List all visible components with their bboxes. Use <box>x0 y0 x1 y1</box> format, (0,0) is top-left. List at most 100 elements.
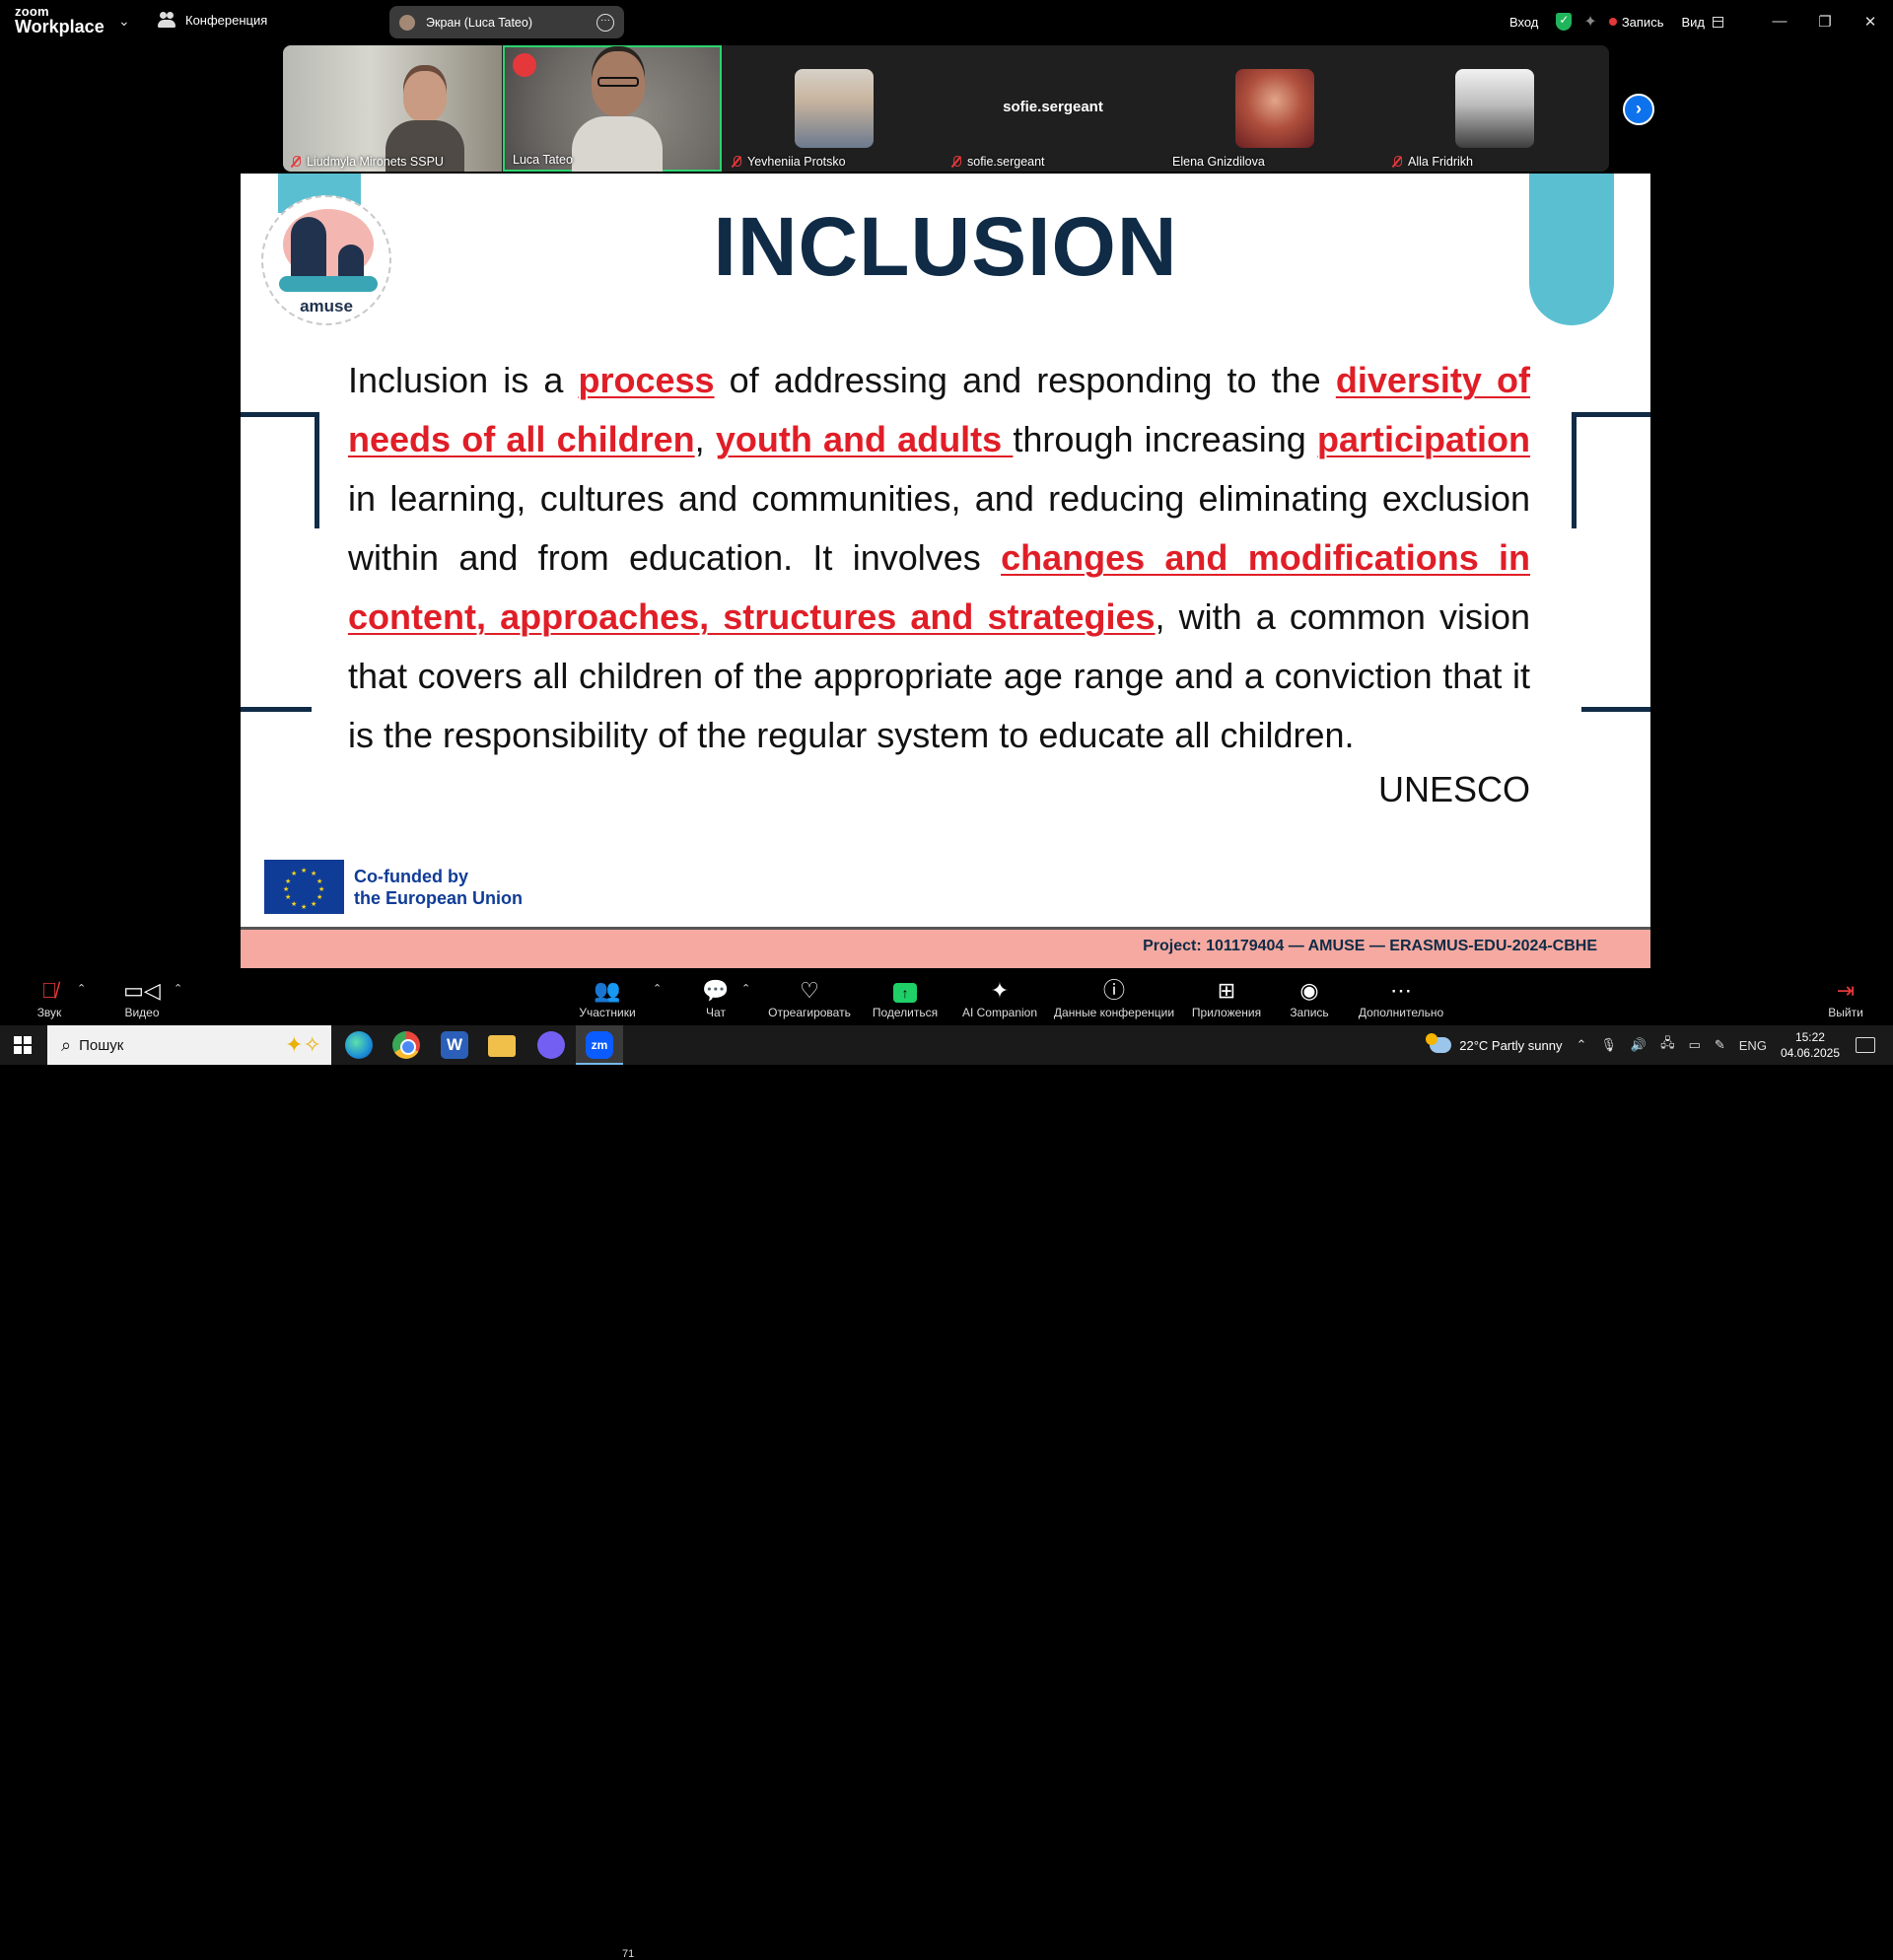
decorative-line <box>241 707 312 712</box>
zoom-app-icon[interactable]: zm <box>586 1031 613 1059</box>
view-button[interactable]: Вид <box>1681 15 1723 30</box>
search-icon: ⌕ <box>61 1034 72 1055</box>
windows-taskbar: ⌕ Пошук ✦✧ W zm 22°C Partly sunny ⌃ 🎙 🔊 … <box>0 1025 1893 1065</box>
weather-label[interactable]: 22°C Partly sunny <box>1459 1038 1562 1053</box>
network-icon[interactable]: 🖧 <box>1660 1034 1675 1056</box>
chrome-browser-icon[interactable] <box>392 1031 420 1059</box>
apps-button[interactable]: ⊞ Приложения <box>1189 978 1264 1019</box>
decorative-line <box>1581 707 1650 712</box>
recording-badge-icon <box>513 53 536 77</box>
chevron-up-icon[interactable]: ⌃ <box>741 982 750 995</box>
highlight: youth and adults <box>715 419 1014 459</box>
view-grid-icon <box>1713 16 1723 28</box>
word-app-icon[interactable]: W <box>441 1031 468 1059</box>
slide-footer: Project: 101179404 — AMUSE — ERASMUS-EDU… <box>241 930 1650 968</box>
record-dot-icon <box>1608 18 1617 26</box>
participant-tile-active-speaker[interactable]: Luca Tateo <box>503 45 722 172</box>
participant-tile[interactable]: Yevheniia Protsko <box>724 45 943 172</box>
share-label: Экран (Luca Tateo) <box>426 15 532 30</box>
weather-icon[interactable] <box>1426 1033 1452 1053</box>
decorative-bracket <box>1572 412 1650 528</box>
chevron-down-icon[interactable]: ⌄ <box>118 13 130 30</box>
quote-source: UNESCO <box>1377 769 1530 809</box>
participants-count: 71 <box>622 1948 635 1960</box>
video-camera-icon: ▭◁ <box>123 978 161 1003</box>
apps-grid-icon: ⊞ <box>1217 978 1236 1003</box>
search-highlight-icon: ✦✧ <box>285 1032 321 1057</box>
decorative-bracket <box>241 412 319 528</box>
share-screen-icon: ↑ <box>893 983 917 1003</box>
react-button[interactable]: ♡ Отреагировать <box>767 978 852 1019</box>
windows-start-icon[interactable] <box>14 1036 32 1054</box>
system-tray: 22°C Partly sunny ⌃ 🎙 🔊 🖧 ▭ ✎ ENG 15:22 … <box>1426 1025 1893 1065</box>
zoom-logo[interactable]: zoom Workplace <box>15 5 105 35</box>
viber-app-icon[interactable] <box>537 1031 565 1059</box>
mic-muted-icon <box>291 156 301 168</box>
participant-tile[interactable]: Liudmyla Mironets SSPU <box>283 45 502 172</box>
recording-indicator[interactable]: Запись <box>1608 15 1663 30</box>
slide-body-text: Inclusion is a process of addressing and… <box>348 360 1531 755</box>
shared-slide: amuse INCLUSION Inclusion is a process o… <box>241 174 1650 968</box>
participant-tile[interactable]: sofie.sergeant sofie.sergeant <box>944 45 1162 172</box>
heart-icon: ♡ <box>800 978 819 1003</box>
file-explorer-icon[interactable] <box>488 1035 516 1057</box>
participants-button[interactable]: 👥 Участники <box>572 978 643 1019</box>
ai-companion-button[interactable]: ✦ AI Companion <box>960 978 1039 1019</box>
volume-icon[interactable]: 🔊 <box>1631 1037 1647 1053</box>
more-button[interactable]: ⋯ Дополнительно <box>1357 978 1445 1019</box>
avatar <box>1455 69 1534 148</box>
leave-button[interactable]: ⇥ Выйти <box>1826 978 1865 1019</box>
security-shield-icon[interactable] <box>1556 13 1573 31</box>
highlight: process <box>578 360 715 400</box>
eu-cofunded-badge: ★ ★ ★ ★ ★ ★ ★ ★ ★ ★ ★ ★ Co-funded by the Europea… <box>264 860 523 914</box>
avatar <box>399 14 415 31</box>
system-clock[interactable]: 15:22 04.06.2025 <box>1781 1029 1840 1061</box>
eu-flag-icon: ★ ★ ★ ★ ★ ★ ★ ★ ★ ★ ★ ★ <box>264 860 344 914</box>
chevron-up-icon[interactable]: ⌃ <box>1576 1037 1586 1053</box>
minimize-icon[interactable]: — <box>1757 13 1802 31</box>
zoom-title-bar: zoom Workplace ⌄ Конференция Экран (Luca… <box>0 0 1893 43</box>
microphone-icon[interactable]: 🎙 <box>1600 1037 1617 1053</box>
participant-tile[interactable]: Elena Gnizdilova <box>1164 45 1383 172</box>
screen-share-pill[interactable]: Экран (Luca Tateo) ··· <box>389 6 624 38</box>
notification-icon[interactable] <box>1856 1037 1875 1053</box>
slide-title: INCLUSION <box>713 200 1178 293</box>
avatar <box>1235 69 1314 148</box>
participant-tile[interactable]: Alla Fridrikh <box>1384 45 1603 172</box>
participants-icon: 👥 <box>594 978 621 1003</box>
chevron-up-icon[interactable]: ⌃ <box>77 982 86 995</box>
meeting-toolbar: 🎙̸ Звук ⌃ ▭◁ Видео ⌃ 👥 Участники 71 ⌃ 💬 … <box>0 968 1893 1960</box>
meeting-info-button[interactable]: ⓘ Данные конференции <box>1053 978 1175 1019</box>
display-icon[interactable]: ▭ <box>1689 1037 1701 1053</box>
audio-button[interactable]: 🎙̸ Звук <box>28 978 71 1019</box>
people-icon <box>158 12 175 28</box>
close-icon[interactable]: ✕ <box>1848 13 1893 31</box>
chat-button[interactable]: 💬 Чат <box>696 978 736 1019</box>
pen-icon[interactable]: ✎ <box>1715 1037 1725 1053</box>
mic-muted-icon <box>951 156 961 168</box>
meeting-menu[interactable]: Конференция <box>158 12 267 28</box>
chevron-up-icon[interactable]: ⌃ <box>653 982 662 995</box>
meeting-label: Конференция <box>185 12 268 28</box>
edge-browser-icon[interactable] <box>345 1031 373 1059</box>
record-icon: ◉ <box>1299 978 1319 1003</box>
chevron-up-icon[interactable]: ⌃ <box>174 982 182 995</box>
restore-icon[interactable]: ❐ <box>1802 13 1848 31</box>
participant-display-name: sofie.sergeant <box>1003 99 1103 115</box>
more-options-icon[interactable]: ··· <box>596 13 614 32</box>
mic-muted-icon: 🎙̸ <box>40 978 58 1003</box>
signin-button[interactable]: Вход <box>1509 15 1538 30</box>
mic-muted-icon <box>732 156 741 168</box>
chevron-right-icon[interactable]: › <box>1623 94 1654 125</box>
share-button[interactable]: ↑ Поделиться <box>872 978 939 1019</box>
ai-sparkle-icon[interactable]: ✦ <box>1583 12 1596 32</box>
participant-strip: Liudmyla Mironets SSPU Luca Tateo Yevhen… <box>283 45 1609 172</box>
mic-muted-icon <box>1392 156 1402 168</box>
exit-door-icon: ⇥ <box>1836 978 1856 1003</box>
participant-video <box>572 51 663 172</box>
info-icon: ⓘ <box>1102 978 1125 1003</box>
record-button[interactable]: ◉ Запись <box>1288 978 1331 1019</box>
video-button[interactable]: ▭◁ Видео <box>120 978 164 1019</box>
taskbar-search[interactable]: ⌕ Пошук ✦✧ <box>47 1025 331 1065</box>
language-indicator[interactable]: ENG <box>1739 1038 1767 1053</box>
